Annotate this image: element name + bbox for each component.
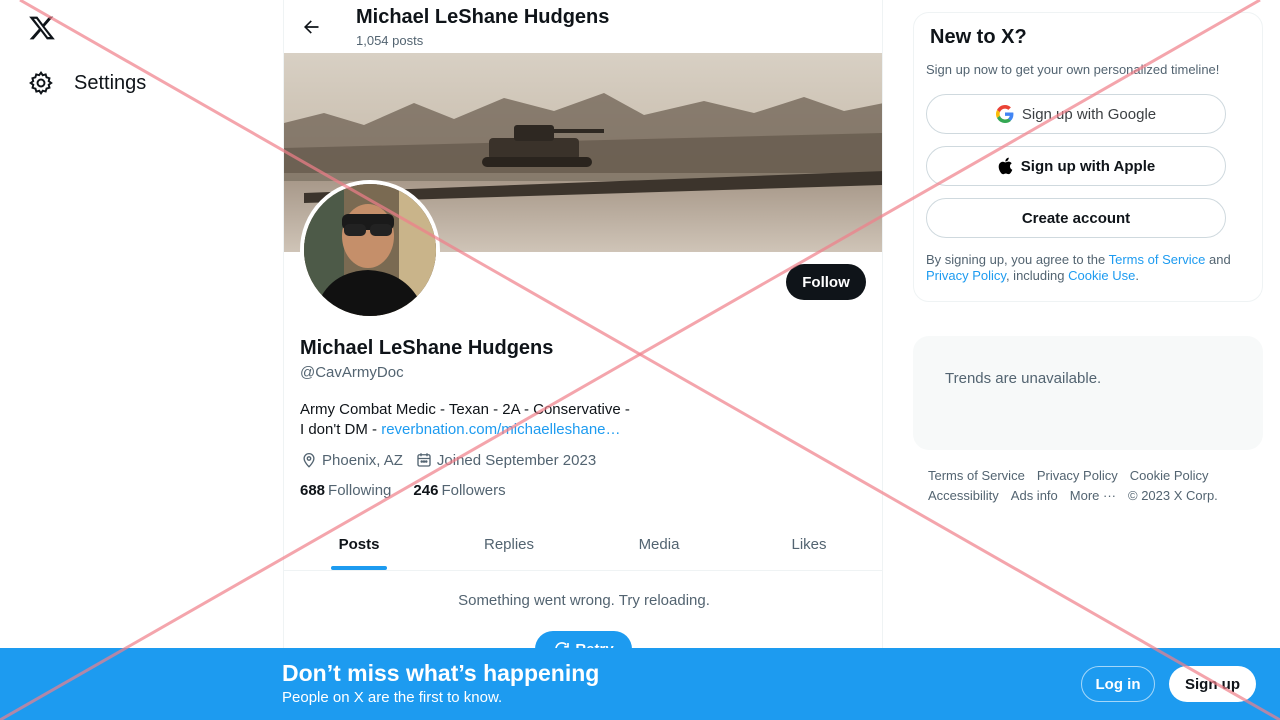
tab-replies[interactable]: Replies [434, 518, 584, 570]
cookie-link[interactable]: Cookie Use [1068, 268, 1135, 283]
legal-prefix: By signing up, you agree to the [926, 252, 1109, 267]
tab-label: Replies [483, 535, 535, 553]
location: Phoenix, AZ [300, 451, 403, 469]
google-label: Sign up with Google [1021, 105, 1157, 123]
signup-legal-text: By signing up, you agree to the Terms of… [926, 252, 1246, 284]
tab-label: Posts [338, 535, 380, 553]
profile-column: Michael LeShane Hudgens 1,054 posts Foll… [283, 0, 883, 720]
location-text: Phoenix, AZ [322, 451, 403, 469]
follow-counts: 688 Following 246 Followers [300, 482, 528, 499]
tab-label: Media [638, 535, 680, 553]
legal-and: and [1205, 252, 1231, 267]
footer-links: Terms of Service Privacy Policy Cookie Pol… [928, 466, 1248, 506]
trends-unavailable-text: Trends are unavailable. [945, 370, 1102, 387]
signup-banner: Don’t miss what’s happening People on X … [0, 648, 1280, 720]
footer-copyright: © 2023 X Corp. [1128, 488, 1218, 503]
nav-settings-link[interactable]: Settings [28, 68, 146, 98]
create-account-button[interactable]: Create account [926, 198, 1226, 238]
footer-ads-info-link[interactable]: Ads info [1011, 486, 1058, 506]
signup-banner-subtitle: People on X are the first to know. [282, 689, 503, 706]
profile-meta: Phoenix, AZ Joined September 2023 [300, 451, 608, 469]
active-tab-indicator [331, 566, 387, 570]
legal-end: . [1135, 268, 1139, 283]
post-count: 1,054 posts [356, 33, 424, 48]
apple-icon [998, 157, 1013, 175]
signup-google-button[interactable]: Sign up with Google [926, 94, 1226, 134]
header-title: Michael LeShane Hudgens [356, 6, 610, 28]
joined-date: Joined September 2023 [415, 451, 596, 469]
followers-link[interactable]: 246 Followers [413, 482, 505, 499]
footer-privacy-link[interactable]: Privacy Policy [1037, 466, 1118, 486]
following-label: Following [328, 482, 392, 499]
google-icon [995, 105, 1014, 123]
following-count: 688 [300, 482, 326, 499]
trends-panel: Trends are unavailable. [913, 336, 1263, 450]
apple-label: Sign up with Apple [1020, 157, 1156, 175]
footer-accessibility-link[interactable]: Accessibility [928, 486, 999, 506]
signup-title: New to X? [930, 26, 1027, 48]
footer-more-link[interactable]: More ··· [1070, 486, 1116, 506]
signup-subtitle: Sign up now to get your own personalized… [926, 62, 1220, 77]
calendar-icon [417, 453, 431, 467]
bio-link[interactable]: reverbnation.com/michaelleshane… [381, 421, 620, 438]
gear-icon [28, 70, 54, 96]
bio-line-2: I don't DM - reverbnation.com/michaelles… [300, 420, 660, 440]
joined-text: Joined September 2023 [436, 451, 597, 469]
tab-media[interactable]: Media [584, 518, 734, 570]
tab-likes[interactable]: Likes [734, 518, 882, 570]
legal-including: , including [1005, 268, 1069, 283]
location-pin-icon [303, 453, 315, 468]
footer-terms-link[interactable]: Terms of Service [928, 466, 1025, 486]
signup-apple-button[interactable]: Sign up with Apple [926, 146, 1226, 186]
tab-label: Likes [791, 535, 827, 553]
signup-card: New to X? Sign up now to get your own pe… [913, 12, 1263, 302]
x-logo-icon[interactable] [28, 14, 56, 42]
terms-link[interactable]: Terms of Service [1109, 252, 1206, 267]
following-link[interactable]: 688 Following [300, 482, 391, 499]
privacy-link[interactable]: Privacy Policy [926, 268, 1006, 283]
signup-banner-title: Don’t miss what’s happening [282, 660, 600, 686]
profile-name: Michael LeShane Hudgens [300, 337, 554, 359]
signup-button[interactable]: Sign up [1169, 666, 1256, 702]
tab-posts[interactable]: Posts [284, 518, 434, 570]
settings-label: Settings [74, 71, 147, 94]
profile-tabs: Posts Replies Media Likes [284, 518, 882, 571]
profile-handle: @CavArmyDoc [300, 364, 404, 381]
footer-cookie-link[interactable]: Cookie Policy [1130, 466, 1209, 486]
bio-text: I don't DM - [300, 421, 382, 438]
profile-bio: Army Combat Medic - Texan - 2A - Conserv… [300, 400, 660, 440]
feed-error-message: Something went wrong. Try reloading. [458, 592, 710, 609]
bio-line-1: Army Combat Medic - Texan - 2A - Conserv… [300, 401, 630, 418]
create-label: Create account [1021, 209, 1131, 227]
login-button[interactable]: Log in [1081, 666, 1155, 702]
followers-label: Followers [441, 482, 506, 499]
follow-button[interactable]: Follow [786, 264, 866, 300]
followers-count: 246 [413, 482, 439, 499]
profile-header: Michael LeShane Hudgens 1,054 posts [284, 0, 882, 53]
back-arrow-icon[interactable] [298, 14, 324, 40]
avatar[interactable] [300, 180, 440, 320]
left-nav: Settings [0, 0, 283, 720]
